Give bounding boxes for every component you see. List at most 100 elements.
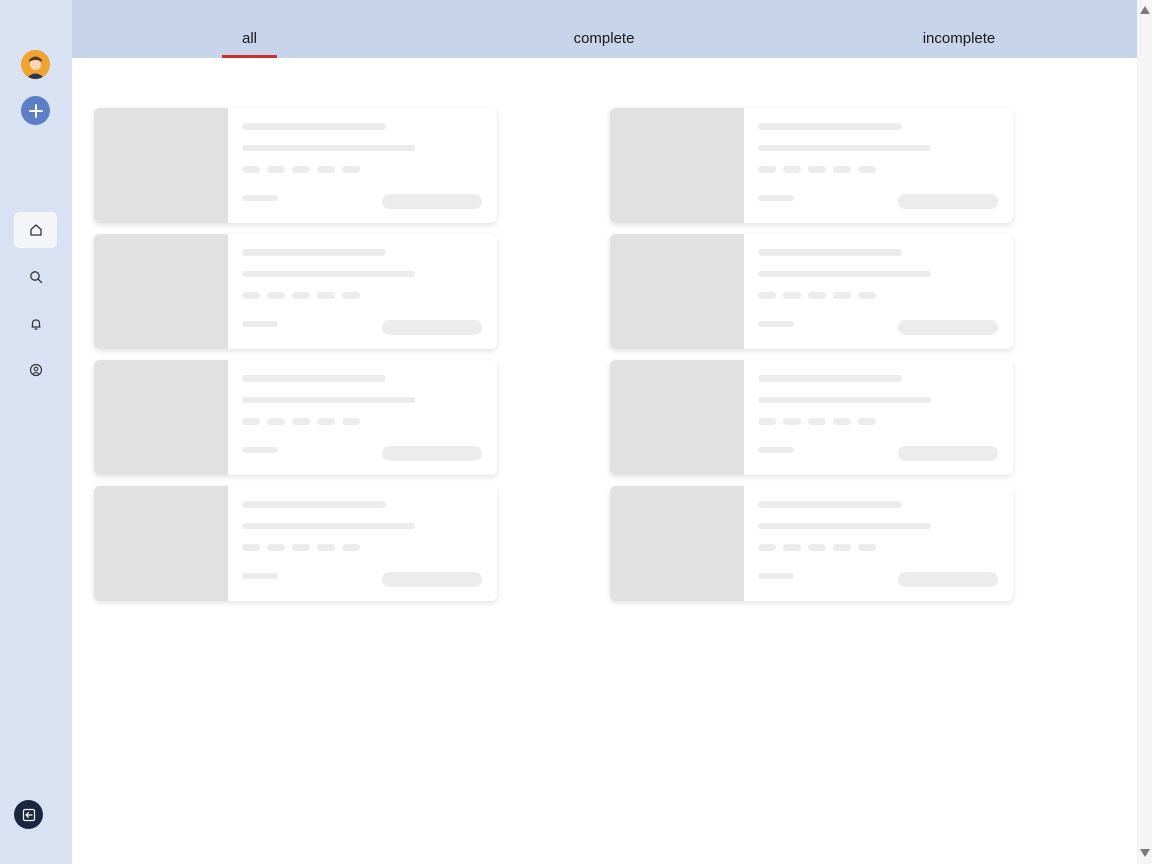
tag-placeholder bbox=[783, 166, 801, 173]
tag-placeholder bbox=[808, 292, 826, 299]
scroll-down-arrow-icon[interactable] bbox=[1140, 849, 1150, 857]
subtitle-placeholder bbox=[758, 145, 931, 151]
tag-placeholder bbox=[808, 418, 826, 425]
tag-placeholder bbox=[833, 166, 851, 173]
tag-placeholder bbox=[833, 544, 851, 551]
button-placeholder bbox=[382, 194, 482, 209]
meta-placeholder bbox=[758, 321, 794, 327]
scroll-up-arrow-icon[interactable] bbox=[1140, 6, 1150, 14]
skeleton-card bbox=[94, 360, 497, 475]
tab-complete[interactable]: complete bbox=[552, 0, 656, 58]
add-button[interactable] bbox=[21, 96, 50, 125]
tag-placeholder bbox=[317, 166, 335, 173]
meta-placeholder bbox=[242, 195, 278, 201]
vertical-scrollbar[interactable] bbox=[1137, 0, 1152, 864]
tag-placeholder bbox=[242, 544, 260, 551]
tag-placeholder bbox=[808, 166, 826, 173]
meta-placeholder bbox=[242, 321, 278, 327]
title-placeholder bbox=[758, 501, 902, 508]
tag-placeholder bbox=[808, 544, 826, 551]
logout-icon bbox=[22, 808, 35, 821]
tab-all-label: all bbox=[221, 0, 277, 58]
subtitle-placeholder bbox=[242, 145, 415, 151]
logout-button[interactable] bbox=[14, 800, 43, 829]
tag-placeholder bbox=[317, 418, 335, 425]
nav-home[interactable] bbox=[14, 212, 57, 248]
nav-profile[interactable] bbox=[14, 352, 57, 388]
button-placeholder bbox=[382, 572, 482, 587]
plus-icon bbox=[28, 103, 43, 118]
subtitle-placeholder bbox=[242, 523, 415, 529]
skeleton-card bbox=[94, 486, 497, 601]
tag-placeholder bbox=[342, 418, 360, 425]
card-thumbnail-placeholder bbox=[94, 360, 228, 475]
card-thumbnail-placeholder bbox=[610, 108, 744, 223]
tag-placeholder bbox=[267, 418, 285, 425]
tag-placeholder bbox=[858, 166, 876, 173]
bell-icon bbox=[31, 319, 40, 330]
title-placeholder bbox=[758, 375, 902, 382]
tag-placeholder bbox=[833, 418, 851, 425]
tag-placeholder bbox=[292, 544, 310, 551]
tag-placeholder bbox=[242, 418, 260, 425]
tag-placeholder bbox=[858, 418, 876, 425]
button-placeholder bbox=[898, 320, 998, 335]
home-icon bbox=[29, 224, 42, 236]
skeleton-card bbox=[610, 108, 1013, 223]
tab-incomplete[interactable]: incomplete bbox=[902, 0, 1016, 58]
skeleton-card bbox=[94, 234, 497, 349]
meta-placeholder bbox=[242, 447, 278, 453]
tag-placeholder bbox=[342, 166, 360, 173]
button-placeholder bbox=[898, 194, 998, 209]
card-thumbnail-placeholder bbox=[610, 234, 744, 349]
tag-placeholder bbox=[267, 292, 285, 299]
skeleton-card bbox=[610, 234, 1013, 349]
tag-placeholder bbox=[242, 166, 260, 173]
tag-placeholder bbox=[342, 292, 360, 299]
tag-placeholder bbox=[267, 166, 285, 173]
user-avatar[interactable] bbox=[21, 50, 50, 79]
card-thumbnail-placeholder bbox=[94, 108, 228, 223]
card-thumbnail-placeholder bbox=[610, 486, 744, 601]
filter-tabs: all complete incomplete bbox=[72, 0, 1137, 58]
skeleton-card bbox=[610, 360, 1013, 475]
button-placeholder bbox=[382, 446, 482, 461]
meta-placeholder bbox=[758, 447, 794, 453]
tag-placeholder bbox=[758, 166, 776, 173]
sidebar bbox=[0, 0, 72, 864]
tag-placeholder bbox=[758, 544, 776, 551]
button-placeholder bbox=[898, 446, 998, 461]
meta-placeholder bbox=[242, 573, 278, 579]
user-circle-icon bbox=[29, 363, 42, 377]
button-placeholder bbox=[898, 572, 998, 587]
tag-placeholder bbox=[317, 292, 335, 299]
tag-placeholder bbox=[267, 544, 285, 551]
tab-complete-label: complete bbox=[573, 30, 635, 47]
meta-placeholder bbox=[758, 195, 794, 201]
tag-placeholder bbox=[783, 418, 801, 425]
button-placeholder bbox=[382, 320, 482, 335]
subtitle-placeholder bbox=[758, 397, 931, 403]
title-placeholder bbox=[758, 249, 902, 256]
title-placeholder bbox=[242, 123, 386, 130]
tag-placeholder bbox=[783, 292, 801, 299]
tag-placeholder bbox=[858, 544, 876, 551]
nav-notifications[interactable] bbox=[14, 306, 57, 342]
subtitle-placeholder bbox=[758, 271, 931, 277]
tag-placeholder bbox=[858, 292, 876, 299]
tab-all[interactable]: all bbox=[221, 0, 278, 58]
title-placeholder bbox=[758, 123, 902, 130]
tag-placeholder bbox=[292, 418, 310, 425]
skeleton-card bbox=[610, 486, 1013, 601]
tag-placeholder bbox=[317, 544, 335, 551]
card-thumbnail-placeholder bbox=[94, 234, 228, 349]
card-thumbnail-placeholder bbox=[610, 360, 744, 475]
tag-placeholder bbox=[342, 544, 360, 551]
tag-placeholder bbox=[833, 292, 851, 299]
tag-placeholder bbox=[242, 292, 260, 299]
card-thumbnail-placeholder bbox=[94, 486, 228, 601]
tag-placeholder bbox=[758, 418, 776, 425]
title-placeholder bbox=[242, 375, 386, 382]
title-placeholder bbox=[242, 501, 386, 508]
nav-search[interactable] bbox=[14, 259, 57, 295]
